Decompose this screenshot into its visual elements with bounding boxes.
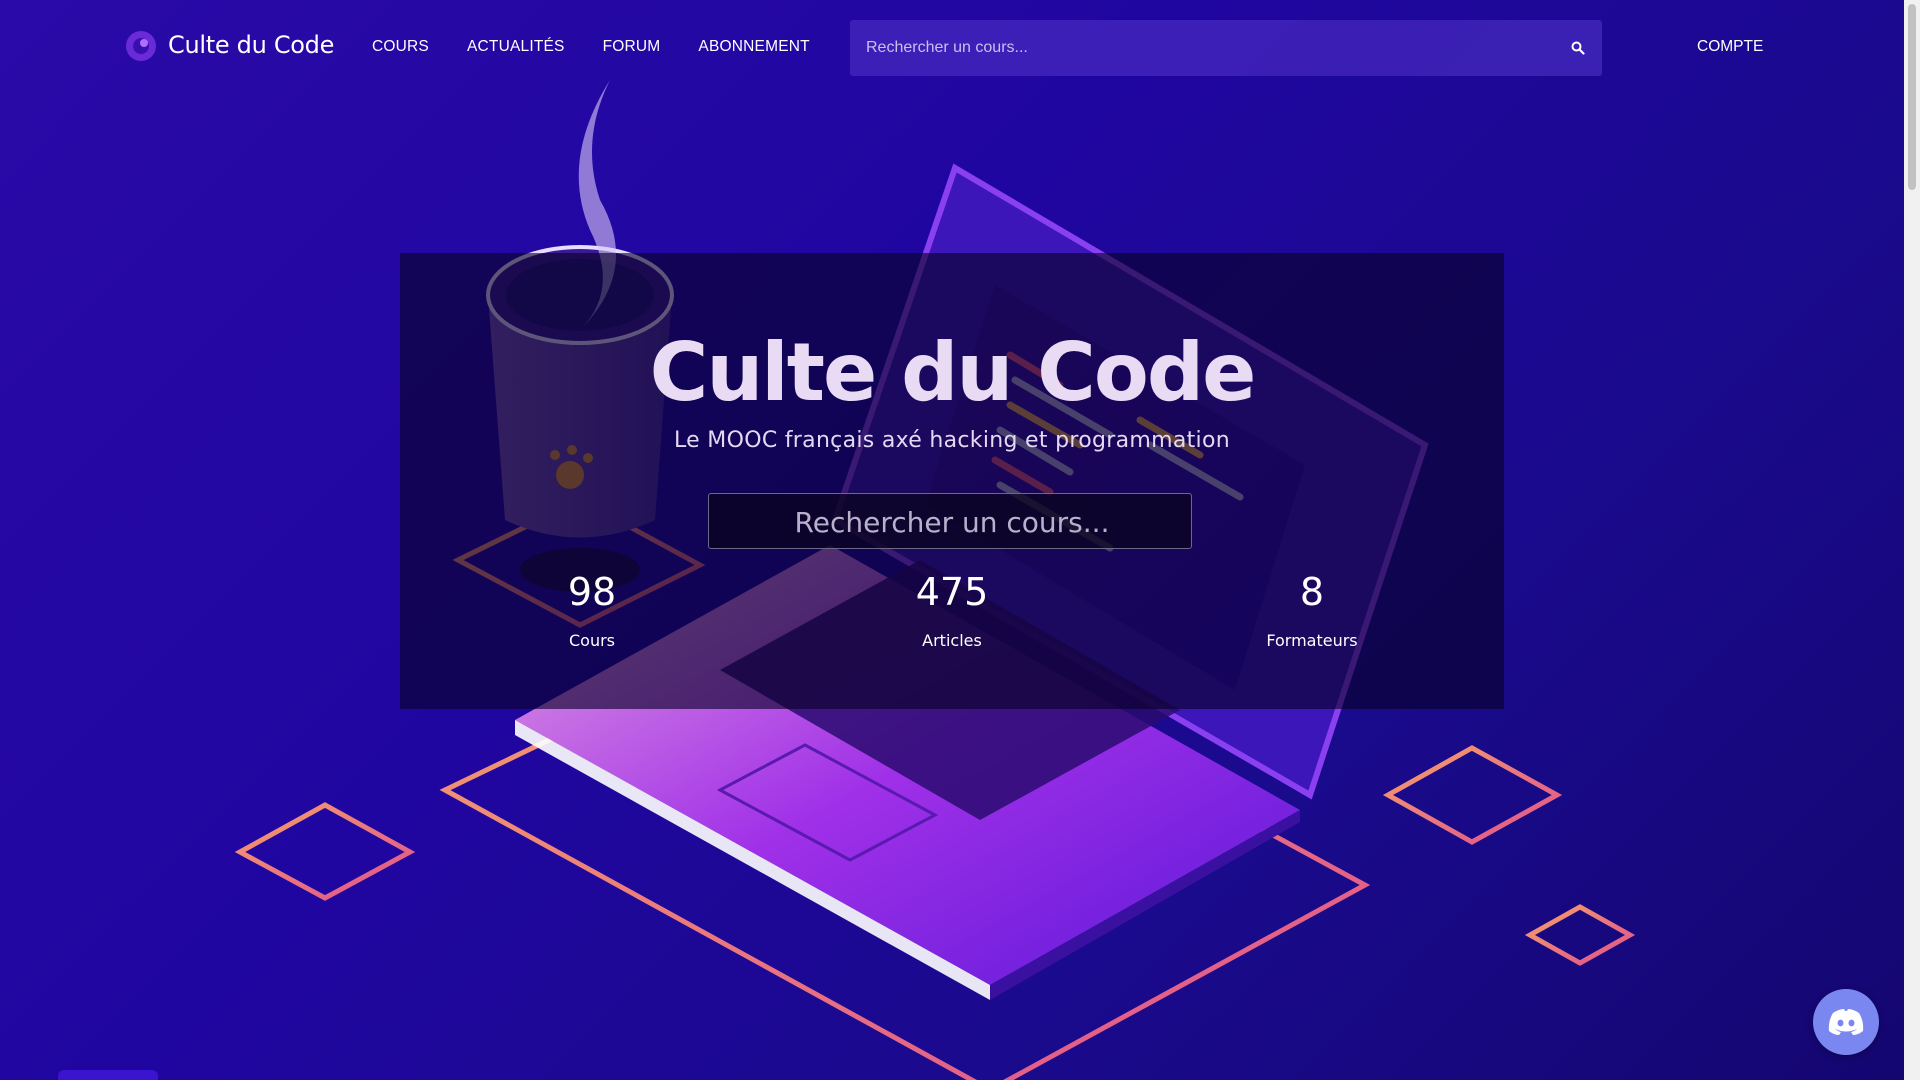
nav-item-cours[interactable]: COURS [372,38,429,56]
hero-title: Culte du Code [649,326,1257,419]
stat-courses-label: Cours [568,631,615,650]
hero-subtitle: Le MOOC français axé hacking et programm… [674,428,1230,453]
top-navbar: Culte du Code COURS ACTUALITÉS FORUM ABO… [0,0,1900,96]
search-icon [1571,41,1585,55]
stat-articles-value: 475 [915,570,989,614]
discord-icon [1828,1009,1864,1035]
stat-trainers-label: Formateurs [1266,631,1358,650]
nav-item-forum[interactable]: FORUM [603,38,661,56]
brand-logo[interactable]: Culte du Code [124,28,334,62]
page-scrollbar[interactable] [1904,0,1920,1080]
stat-articles-label: Articles [922,631,982,650]
nav-item-abonnement[interactable]: ABONNEMENT [698,38,809,56]
nav-item-actualites[interactable]: ACTUALITÉS [467,38,565,56]
stat-trainers-value: 8 [1299,570,1325,614]
search-button[interactable] [1554,20,1602,76]
account-link[interactable]: COMPTE [1697,38,1763,56]
hero-search-box [708,493,1195,550]
stat-courses: 98 Cours [492,573,692,650]
stat-articles: 475 Articles [852,573,1052,650]
stat-trainers: 8 Formateurs [1212,573,1412,650]
top-search-input[interactable] [850,20,1554,76]
hero-search-input[interactable] [709,494,1195,550]
top-search-bar [850,20,1602,76]
brand-name: Culte du Code [168,31,335,59]
corner-tab[interactable] [58,1070,158,1080]
discord-button[interactable] [1813,989,1879,1055]
scrollbar-thumb[interactable] [1908,4,1916,190]
stat-courses-value: 98 [567,570,617,614]
hero-panel: Culte du Code Le MOOC français axé hacki… [400,253,1504,709]
logo-icon [126,31,156,61]
main-menu: COURS ACTUALITÉS FORUM ABONNEMENT [372,38,810,56]
